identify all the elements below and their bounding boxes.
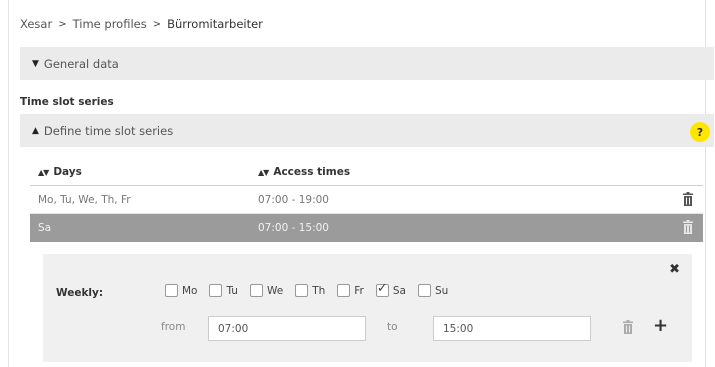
checkbox[interactable] [295, 284, 309, 297]
column-header-access-times[interactable]: ▲▼ Access times [258, 166, 350, 178]
table-row[interactable]: Mo, Tu, We, Th, Fr 07:00 - 19:00 [30, 186, 703, 214]
day-label: We [266, 284, 284, 297]
trash-icon[interactable] [623, 320, 633, 334]
day-checkbox-tu[interactable]: Tu [209, 284, 238, 297]
row-days: Sa [38, 222, 52, 234]
day-checkbox-th[interactable]: Th [295, 284, 325, 297]
breadcrumb: Xesar > Time profiles > Bürromitarbeiter [20, 16, 263, 32]
define-time-slot-panel-header[interactable]: ▲ Define time slot series ? [20, 114, 714, 147]
chevron-up-icon: ▲ [32, 125, 39, 136]
column-header-access-times-label: Access times [273, 166, 351, 178]
day-label: Th [312, 284, 326, 297]
day-checkbox-fr[interactable]: Fr [337, 284, 364, 297]
sort-icon: ▲▼ [258, 167, 269, 177]
trash-icon[interactable] [683, 192, 693, 206]
checkbox[interactable] [249, 284, 263, 297]
checkbox[interactable] [417, 284, 431, 297]
day-label: Tu [226, 284, 238, 297]
weekly-label: Weekly: [56, 287, 104, 299]
table-header: ▲▼ Days ▲▼ Access times [30, 160, 703, 186]
checkbox[interactable] [337, 284, 351, 297]
checkbox[interactable] [165, 284, 178, 297]
general-data-label: General data [43, 56, 119, 71]
help-button[interactable]: ? [690, 122, 710, 142]
day-checkbox-su[interactable]: Su [417, 284, 449, 297]
checkbox-checked[interactable]: ✓ [375, 281, 389, 297]
from-time-input[interactable] [208, 316, 366, 341]
day-checkbox-mo[interactable]: Mo [165, 284, 197, 297]
row-days: Mo, Tu, We, Th, Fr [38, 194, 131, 206]
day-label: Sa [392, 284, 406, 297]
from-label: from [161, 321, 186, 333]
day-label: Su [434, 284, 449, 297]
day-checkbox-we[interactable]: We [249, 284, 284, 297]
trash-icon[interactable] [683, 220, 693, 234]
breadcrumb-separator: > [152, 18, 162, 30]
breadcrumb-time-profiles[interactable]: Time profiles [73, 17, 147, 31]
section-title: Time slot series [20, 96, 114, 108]
day-label: Mo [182, 284, 198, 297]
to-label: to [387, 321, 398, 333]
breadcrumb-current: Bürromitarbeiter [167, 17, 263, 31]
define-time-slot-label: Define time slot series [43, 123, 174, 138]
close-icon[interactable]: ✖ [669, 262, 680, 277]
checkbox[interactable] [209, 284, 223, 297]
to-time-input[interactable] [433, 316, 591, 341]
table-row-selected[interactable]: Sa 07:00 - 15:00 [30, 214, 703, 242]
breadcrumb-separator: > [58, 18, 67, 30]
column-header-days[interactable]: ▲▼ Days [38, 166, 82, 178]
time-slot-editor: ✖ Weekly: Mo Tu We Th Fr ✓Sa Su from to … [43, 254, 692, 362]
chevron-down-icon: ▼ [32, 58, 39, 69]
checkmark-icon: ✓ [376, 281, 388, 296]
row-access-times: 07:00 - 19:00 [258, 194, 329, 206]
sort-icon: ▲▼ [38, 167, 49, 177]
day-label: Fr [354, 284, 364, 297]
breadcrumb-xesar[interactable]: Xesar [20, 17, 52, 31]
add-icon[interactable]: + [653, 315, 668, 336]
row-access-times: 07:00 - 15:00 [258, 222, 329, 234]
column-header-days-label: Days [53, 166, 82, 178]
weekday-checkboxes: Mo Tu We Th Fr ✓ Sa Su [165, 281, 460, 297]
general-data-panel-header[interactable]: ▼ General data [20, 47, 714, 80]
day-checkbox-sa[interactable]: ✓ Sa [375, 281, 406, 297]
